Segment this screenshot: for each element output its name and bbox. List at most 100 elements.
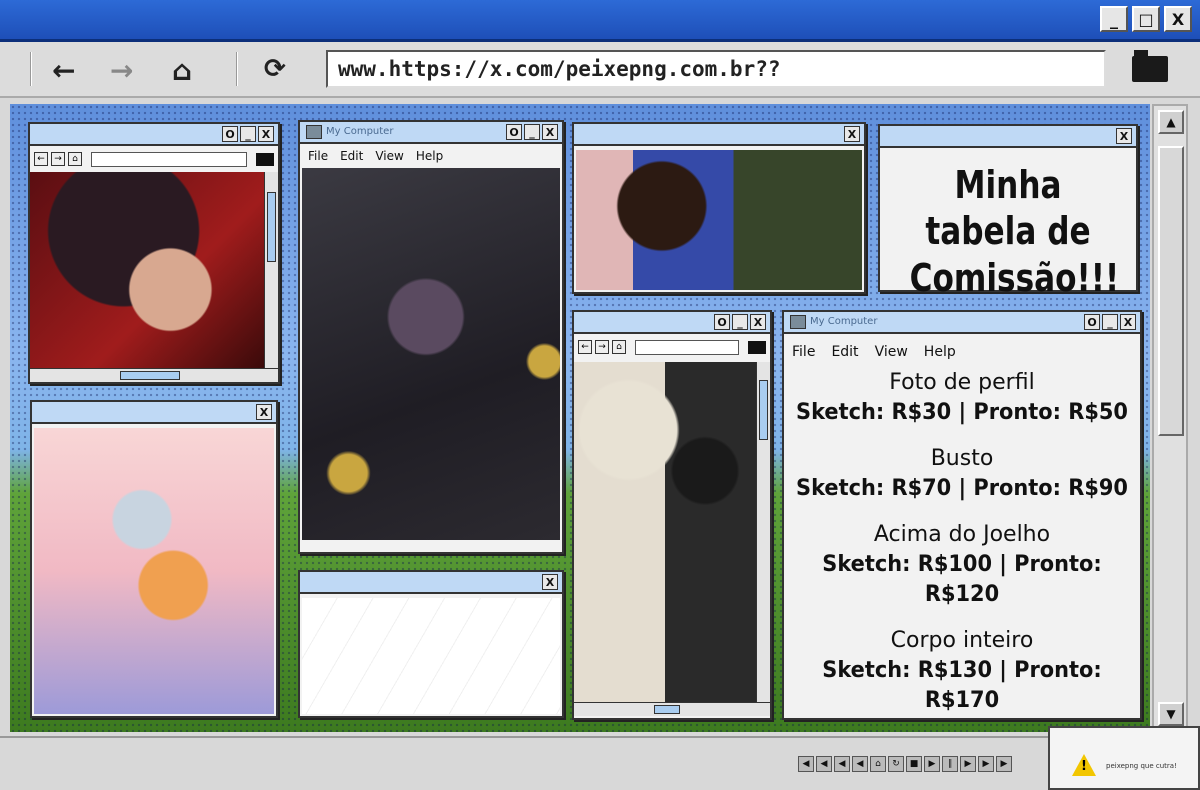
price-item-name: Acima do Joelho: [873, 522, 1051, 547]
window-goat-cat[interactable]: O _ X ← → ⌂: [572, 310, 772, 720]
artwork-portrait: [30, 172, 264, 368]
back-icon[interactable]: ◀: [852, 756, 868, 772]
previous-icon[interactable]: ◀: [834, 756, 850, 772]
restore-button[interactable]: O: [1084, 314, 1100, 330]
window-sketch[interactable]: X: [298, 570, 564, 718]
folder-icon[interactable]: [1132, 50, 1168, 82]
toolbar-separator: [30, 52, 32, 86]
minimize-button[interactable]: _: [240, 126, 256, 142]
forward-icon[interactable]: →: [595, 340, 609, 354]
play-icon[interactable]: ▶: [924, 756, 940, 772]
restore-button[interactable]: O: [714, 314, 730, 330]
scroll-thumb[interactable]: [120, 371, 180, 380]
home-button[interactable]: ⌂: [172, 54, 192, 87]
menu-view[interactable]: View: [375, 149, 403, 163]
horizontal-scrollbar[interactable]: [574, 702, 770, 716]
menu-bar: File Edit View Help: [300, 146, 562, 166]
menu-view[interactable]: View: [875, 344, 908, 360]
rewind-icon[interactable]: ◀: [816, 756, 832, 772]
back-button[interactable]: ←: [52, 54, 75, 87]
window-address-field[interactable]: [91, 151, 247, 167]
back-icon[interactable]: ←: [34, 152, 48, 166]
price-item: Corpo inteiro Sketch: R$130 | Pronto: R$…: [784, 626, 1140, 716]
vertical-scrollbar[interactable]: [264, 172, 278, 368]
restore-button[interactable]: O: [222, 126, 238, 142]
window-title-bar: O _ X: [30, 124, 278, 146]
close-button[interactable]: X: [256, 404, 272, 420]
folder-icon[interactable]: [748, 340, 766, 354]
folder-icon[interactable]: [256, 152, 274, 166]
window-title-card[interactable]: X Minha tabela de Comissão!!!: [878, 124, 1138, 300]
browser-toolbar: ← → ⌂ ⟳ www.https://x.com/peixepng.com.b…: [0, 42, 1200, 98]
menu-file[interactable]: File: [792, 344, 815, 360]
minimize-button[interactable]: _: [524, 124, 540, 140]
home-icon[interactable]: ⌂: [612, 340, 626, 354]
fast-forward-icon[interactable]: ▶: [996, 756, 1012, 772]
close-button[interactable]: X: [1116, 128, 1132, 144]
window-controls: _ □ X: [1100, 6, 1192, 32]
window-nav-bar: ← → ⌂: [30, 148, 278, 170]
price-item-price: Sketch: R$100 | Pronto: R$120: [822, 552, 1102, 607]
window-title-bar: My Computer O _ X: [784, 312, 1140, 334]
close-button[interactable]: X: [844, 126, 860, 142]
scroll-thumb[interactable]: [654, 705, 680, 714]
close-button[interactable]: X: [1164, 6, 1192, 32]
stop-icon[interactable]: ■: [906, 756, 922, 772]
refresh-icon[interactable]: ↻: [888, 756, 904, 772]
menu-edit[interactable]: Edit: [831, 344, 858, 360]
scroll-thumb[interactable]: [267, 192, 276, 262]
window-price-list[interactable]: My Computer O _ X File Edit View Help Fo…: [782, 310, 1142, 720]
window-portrait-red[interactable]: O _ X ← → ⌂: [28, 122, 280, 384]
address-bar[interactable]: www.https://x.com/peixepng.com.br??: [326, 50, 1106, 88]
computer-icon: [306, 125, 322, 139]
window-title-bar: X: [574, 124, 864, 146]
forward-icon[interactable]: ▶: [960, 756, 976, 772]
vertical-scrollbar[interactable]: [756, 362, 770, 702]
close-button[interactable]: X: [542, 124, 558, 140]
minimize-button[interactable]: _: [1102, 314, 1118, 330]
forward-button[interactable]: →: [110, 54, 133, 87]
price-item-name: Foto de perfil: [889, 370, 1035, 395]
maximize-button[interactable]: □: [1132, 6, 1160, 32]
restore-button[interactable]: O: [506, 124, 522, 140]
artwork-line-sketch: [302, 598, 560, 714]
close-button[interactable]: X: [1120, 314, 1136, 330]
home-icon[interactable]: ⌂: [68, 152, 82, 166]
warning-icon: [1072, 754, 1096, 776]
menu-edit[interactable]: Edit: [340, 149, 363, 163]
pause-icon[interactable]: ∥: [942, 756, 958, 772]
page-scrollbar[interactable]: ▲ ▼: [1152, 104, 1188, 732]
scroll-up-arrow-icon[interactable]: ▲: [1158, 110, 1184, 134]
window-title: My Computer: [810, 316, 878, 327]
refresh-button[interactable]: ⟳: [264, 54, 286, 84]
price-item: Foto de perfil Sketch: R$30 | Pronto: R$…: [784, 368, 1140, 428]
skip-back-icon[interactable]: ◀: [798, 756, 814, 772]
scroll-down-arrow-icon[interactable]: ▼: [1158, 702, 1184, 726]
home-icon[interactable]: ⌂: [870, 756, 886, 772]
menu-help[interactable]: Help: [416, 149, 443, 163]
warning-popup[interactable]: peixepng que cutra!: [1048, 726, 1200, 790]
artwork-cat-ears-couple: [34, 428, 274, 714]
horizontal-scrollbar[interactable]: [30, 368, 278, 382]
artwork-scythe-character: [302, 168, 560, 540]
next-icon[interactable]: ▶: [978, 756, 994, 772]
price-list: Foto de perfil Sketch: R$30 | Pronto: R$…: [784, 368, 1140, 732]
minimize-button[interactable]: _: [1100, 6, 1128, 32]
window-my-computer-scythe[interactable]: My Computer O _ X File Edit View Help: [298, 120, 564, 554]
close-button[interactable]: X: [750, 314, 766, 330]
close-button[interactable]: X: [542, 574, 558, 590]
scroll-thumb[interactable]: [1158, 146, 1184, 436]
back-icon[interactable]: ←: [578, 340, 592, 354]
menu-help[interactable]: Help: [924, 344, 956, 360]
bottom-status-bar: ◀ ◀ ◀ ◀ ⌂ ↻ ■ ▶ ∥ ▶ ▶ ▶: [0, 736, 1200, 790]
computer-icon: [790, 315, 806, 329]
window-address-field[interactable]: [635, 339, 739, 355]
forward-icon[interactable]: →: [51, 152, 65, 166]
window-cat-ears[interactable]: X: [30, 400, 278, 718]
scroll-thumb[interactable]: [759, 380, 768, 440]
minimize-button[interactable]: _: [732, 314, 748, 330]
window-couple[interactable]: X: [572, 122, 866, 294]
close-button[interactable]: X: [258, 126, 274, 142]
price-item: Acima do Joelho Sketch: R$100 | Pronto: …: [784, 520, 1140, 610]
menu-file[interactable]: File: [308, 149, 328, 163]
